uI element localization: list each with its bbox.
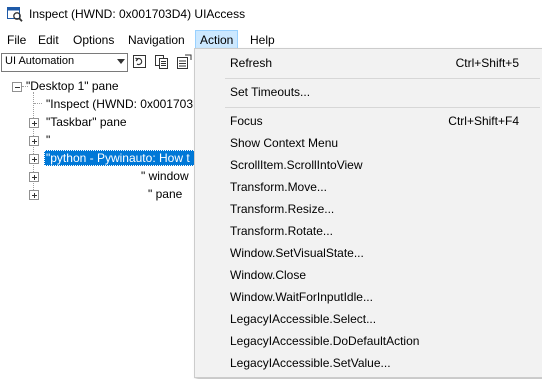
- tree-node[interactable]: ": [44, 132, 52, 148]
- expand-icon[interactable]: [29, 172, 39, 182]
- menu-item-legacy-default-action[interactable]: LegacyIAccessible.DoDefaultAction: [197, 330, 541, 352]
- menu-options[interactable]: Options: [68, 30, 119, 50]
- menu-item-transform-rotate[interactable]: Transform.Rotate...: [197, 220, 541, 242]
- menu-item-legacy-set-value[interactable]: LegacyIAccessible.SetValue...: [197, 352, 541, 374]
- menu-item-focus[interactable]: Focus Ctrl+Shift+F4: [197, 110, 541, 132]
- menu-item-transform-resize[interactable]: Transform.Resize...: [197, 198, 541, 220]
- expand-icon[interactable]: [29, 118, 39, 128]
- menu-bar: File Edit Options Navigation Action Help: [0, 30, 542, 50]
- menu-item-window-close[interactable]: Window.Close: [197, 264, 541, 286]
- menu-item-refresh[interactable]: Refresh Ctrl+Shift+5: [197, 52, 541, 74]
- tree-node[interactable]: "Desktop 1" pane: [24, 78, 121, 94]
- refresh-icon[interactable]: [132, 54, 148, 70]
- tree-node[interactable]: " window: [139, 168, 191, 184]
- menu-item-set-visual-state[interactable]: Window.SetVisualState...: [197, 242, 541, 264]
- inspect-app-icon: [7, 7, 23, 22]
- menu-separator: [225, 78, 540, 79]
- tree-node-selected[interactable]: "python - Pywinauto: How t: [44, 150, 198, 166]
- menu-file[interactable]: File: [2, 30, 31, 50]
- menu-item-scroll-into-view[interactable]: ScrollItem.ScrollIntoView: [197, 154, 541, 176]
- menu-item-legacy-select[interactable]: LegacyIAccessible.Select...: [197, 308, 541, 330]
- tree-node[interactable]: "Taskbar" pane: [44, 114, 129, 130]
- menu-item-set-timeouts[interactable]: Set Timeouts...: [197, 81, 541, 103]
- expand-icon[interactable]: [29, 190, 39, 200]
- collapse-icon[interactable]: [12, 82, 22, 92]
- window-title: Inspect (HWND: 0x001703D4) UIAccess: [29, 7, 246, 21]
- tree-node[interactable]: " pane: [146, 186, 184, 202]
- menu-edit[interactable]: Edit: [33, 30, 64, 50]
- menu-navigation[interactable]: Navigation: [123, 30, 190, 50]
- mode-select[interactable]: UI Automation: [1, 53, 128, 72]
- mode-select-value: UI Automation: [5, 55, 75, 67]
- title-bar: Inspect (HWND: 0x001703D4) UIAccess: [0, 0, 542, 30]
- tree-node[interactable]: "Inspect (HWND: 0x001703D: [44, 96, 204, 112]
- settings-icon[interactable]: [176, 54, 192, 70]
- menu-item-transform-move[interactable]: Transform.Move...: [197, 176, 541, 198]
- chevron-down-icon[interactable]: [117, 59, 125, 64]
- inspect-window: Inspect (HWND: 0x001703D4) UIAccess File…: [0, 0, 542, 379]
- menu-action[interactable]: Action: [195, 30, 239, 50]
- action-menu: Refresh Ctrl+Shift+5 Set Timeouts... Foc…: [194, 48, 542, 378]
- menu-help[interactable]: Help: [245, 30, 280, 50]
- expand-icon[interactable]: [29, 136, 39, 146]
- expand-icon[interactable]: [29, 154, 39, 164]
- menu-separator: [225, 107, 540, 108]
- menu-item-wait-for-input-idle[interactable]: Window.WaitForInputIdle...: [197, 286, 541, 308]
- copy-icon[interactable]: [154, 54, 170, 70]
- menu-item-show-context-menu[interactable]: Show Context Menu: [197, 132, 541, 154]
- tree-connector: [34, 103, 42, 104]
